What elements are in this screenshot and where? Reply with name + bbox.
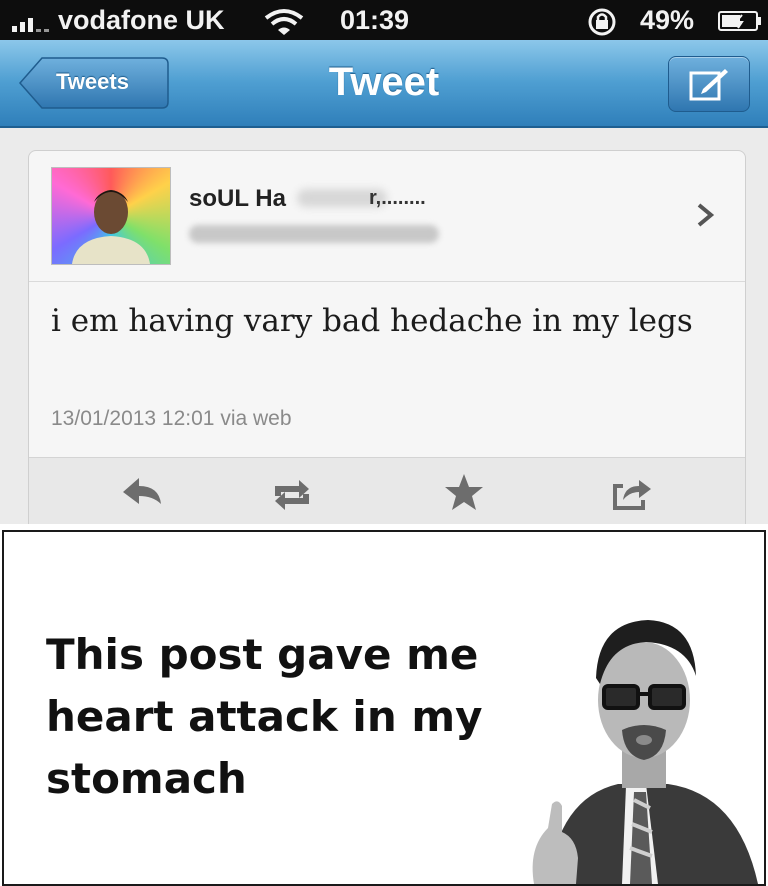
username-text: soUL Ha [189, 185, 286, 212]
tweet-card: soUL Ha r,........ i em having vary bad … [28, 150, 746, 526]
wifi-icon [264, 9, 304, 35]
signal-bars-icon [12, 14, 52, 32]
tweet-author-row[interactable]: soUL Ha r,........ [29, 151, 745, 282]
avatar[interactable] [51, 167, 171, 265]
tweet-action-bar [29, 457, 745, 526]
meme-panel: This post gave me heart attack in my sto… [2, 530, 766, 886]
retweet-icon[interactable] [269, 472, 315, 512]
username-suffix: r,........ [369, 187, 426, 209]
reply-icon[interactable] [119, 472, 165, 512]
blurred-handle [189, 225, 439, 243]
tweet-username: soUL Ha [189, 185, 286, 213]
tweet-text: i em having vary bad hedache in my legs [51, 303, 693, 339]
compose-icon [689, 69, 728, 101]
navigation-bar: Tweets Tweet [0, 40, 768, 128]
man-in-suit-image [532, 620, 758, 884]
favorite-star-icon[interactable] [441, 472, 487, 512]
status-time: 01:39 [340, 5, 410, 35]
tweet-timestamp: 13/01/2013 12:01 via web [51, 407, 292, 430]
compose-button[interactable] [668, 56, 750, 112]
carrier-name: vodafone UK [58, 5, 225, 35]
chevron-right-icon [697, 203, 715, 227]
battery-icon [718, 11, 761, 31]
battery-percent: 49% [640, 5, 695, 35]
status-bar: vodafone UK 01:39 49% [0, 0, 768, 40]
page-title: Tweet [328, 60, 440, 104]
share-icon[interactable] [609, 472, 655, 512]
rotation-lock-icon [588, 8, 616, 36]
